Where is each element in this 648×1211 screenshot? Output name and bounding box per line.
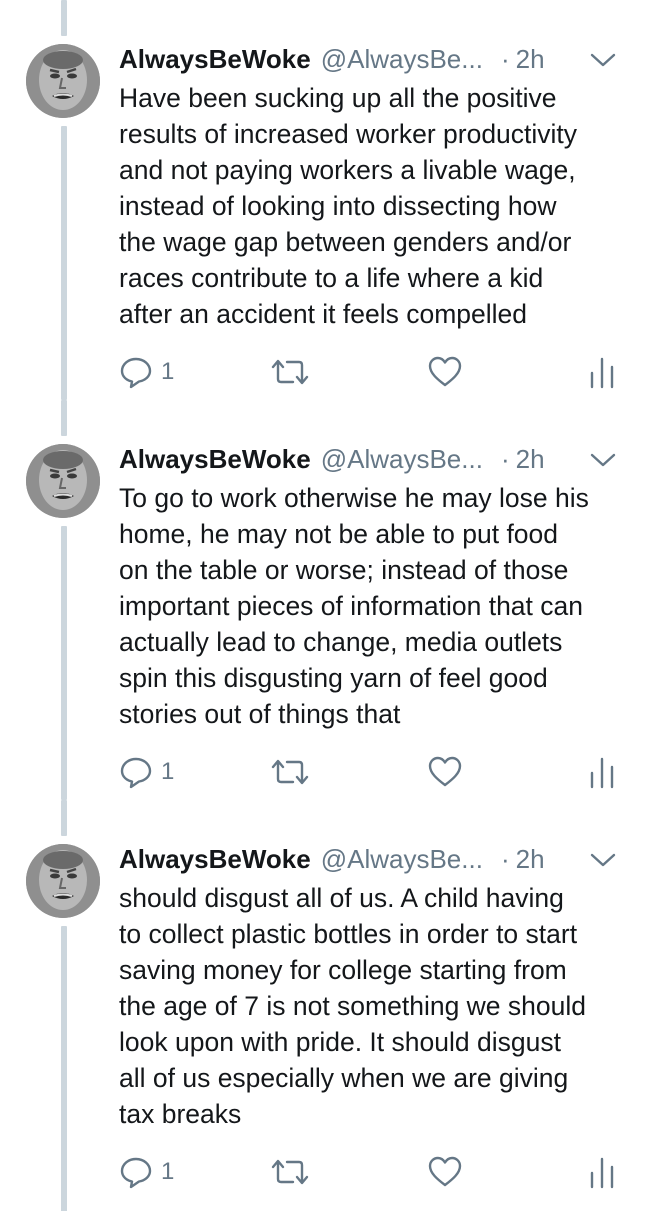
heart-icon [427,355,463,389]
tweet-text-line: saving money for college starting from [119,955,567,985]
tweet-actions: 1 [119,1152,629,1192]
tweet-text: To go to work otherwise he may lose his … [119,480,629,732]
analytics-button[interactable] [587,1152,617,1192]
avatar-image [26,444,100,518]
chevron-down-icon[interactable] [589,850,617,870]
thread-connector-line [61,526,67,800]
thread-connector-line [61,400,67,436]
display-name[interactable]: AlwaysBeWoke [119,442,311,476]
tweet-text-line: and not paying workers a livable wage, [119,155,576,185]
tweet-text-line: should disgust all of us. A child having [119,883,564,913]
tweet-text-line: spin this disgusting yarn of feel good [119,663,548,693]
retweet-button[interactable] [269,352,311,392]
thread-connector-line [61,926,67,1211]
timestamp[interactable]: 2h [516,442,545,476]
tweet-text-line: on the table or worse; instead of those [119,555,569,585]
tweet-text: should disgust all of us. A child having… [119,880,629,1132]
tweet-header: AlwaysBeWoke @AlwaysBe... · 2h [119,442,629,476]
avatar-image [26,844,100,918]
avatar-image [26,44,100,118]
tweet-text-line: To go to work otherwise he may lose his [119,483,589,513]
timestamp[interactable]: 2h [516,842,545,876]
tweet-text-line: all of us especially when we are giving [119,1063,569,1093]
thread-connector-line [61,126,67,400]
avatar[interactable] [26,44,100,118]
like-button[interactable] [427,352,463,392]
tweet-text-line: Have been sucking up all the positive [119,83,557,113]
reply-icon [119,1155,153,1189]
reply-icon [119,755,153,789]
reply-count: 1 [161,1158,175,1185]
tweet-text-line: tax breaks [119,1099,242,1129]
like-button[interactable] [427,1152,463,1192]
analytics-button[interactable] [587,352,617,392]
reply-count: 1 [161,358,175,385]
reply-button[interactable]: 1 [119,1152,174,1192]
tweet-text-line: instead of looking into dissecting how [119,191,557,221]
user-handle[interactable]: @AlwaysBe... [321,842,483,876]
user-handle[interactable]: @AlwaysBe... [321,42,483,76]
tweet-text-line: the wage gap between genders and/or [119,227,572,257]
heart-icon [427,755,463,789]
tweet-text-line: home, he may not be able to put food [119,519,559,549]
display-name[interactable]: AlwaysBeWoke [119,42,311,76]
like-button[interactable] [427,752,463,792]
tweet-actions: 1 [119,352,629,392]
tweet-header: AlwaysBeWoke @AlwaysBe... · 2h [119,842,629,876]
tweet[interactable]: AlwaysBeWoke @AlwaysBe... · 2h To go to … [0,400,648,800]
separator-dot: · [500,444,510,474]
tweet[interactable]: AlwaysBeWoke @AlwaysBe... · 2h should di… [0,800,648,1211]
analytics-icon [587,355,617,389]
retweet-button[interactable] [269,752,311,792]
tweet-text-line: results of increased worker productivity [119,119,578,149]
separator-dot: · [500,44,510,74]
display-name[interactable]: AlwaysBeWoke [119,842,311,876]
analytics-icon [587,755,617,789]
chevron-down-icon[interactable] [589,50,617,70]
user-handle[interactable]: @AlwaysBe... [321,442,483,476]
tweet-text-line: stories out of things that [119,699,401,729]
retweet-icon [269,755,311,789]
tweet-text-line: after an accident it feels compelled [119,299,528,329]
reply-button[interactable]: 1 [119,352,174,392]
reply-icon [119,355,153,389]
tweet-text-line: races contribute to a life where a kid [119,263,544,293]
thread-connector-line [61,0,67,36]
tweet-text-line: actually lead to change, media outlets [119,627,563,657]
chevron-down-icon[interactable] [589,450,617,470]
tweet-thread: AlwaysBeWoke @AlwaysBe... · 2h Have been… [0,0,648,1211]
heart-icon [427,1155,463,1189]
tweet[interactable]: AlwaysBeWoke @AlwaysBe... · 2h Have been… [0,0,648,400]
analytics-icon [587,1155,617,1189]
tweet-text-line: the age of 7 is not something we should [119,991,586,1021]
retweet-button[interactable] [269,1152,311,1192]
separator-dot: · [500,844,510,874]
avatar[interactable] [26,844,100,918]
reply-count: 1 [161,758,175,785]
reply-button[interactable]: 1 [119,752,174,792]
tweet-text: Have been sucking up all the positive re… [119,80,629,332]
analytics-button[interactable] [587,752,617,792]
thread-connector-line [61,800,67,836]
retweet-icon [269,355,311,389]
tweet-text-line: important pieces of information that can [119,591,583,621]
tweet-header: AlwaysBeWoke @AlwaysBe... · 2h [119,42,629,76]
avatar[interactable] [26,444,100,518]
tweet-actions: 1 [119,752,629,792]
timestamp[interactable]: 2h [516,42,545,76]
tweet-text-line: to collect plastic bottles in order to s… [119,919,578,949]
tweet-text-line: look upon with pride. It should disgust [119,1027,561,1057]
retweet-icon [269,1155,311,1189]
